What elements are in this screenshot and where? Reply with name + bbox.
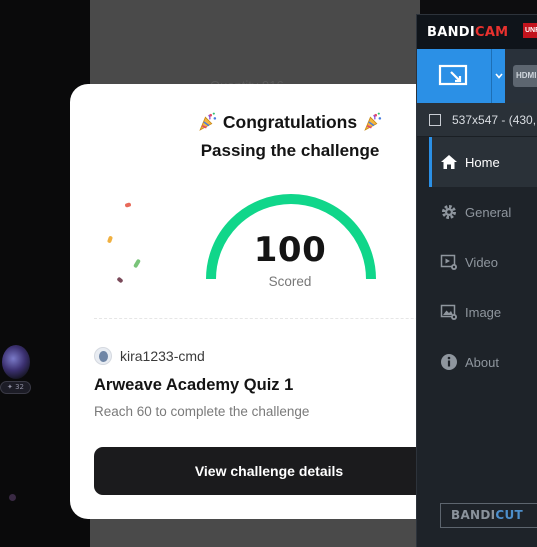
nav-item-about[interactable]: About: [429, 337, 537, 387]
nav-label: Home: [465, 154, 500, 170]
congrats-heading: Congratulations: [70, 111, 440, 133]
indicator-dot: [9, 494, 16, 501]
gear-icon: [440, 203, 458, 221]
party-popper-icon: [364, 112, 382, 131]
chevron-down-icon: [494, 73, 503, 79]
view-challenge-details-button[interactable]: View challenge details: [94, 447, 440, 495]
bandicam-panel: BANDICAM UNREGISTERED HDMI 537x547 - (43…: [416, 14, 537, 547]
video-icon: [440, 253, 458, 271]
device-mode-button[interactable]: HDMI: [513, 49, 537, 103]
quiz-title: Arweave Academy Quiz 1: [94, 376, 294, 394]
nav-label: Image: [465, 304, 502, 320]
confetti-piece: [106, 235, 114, 244]
image-icon: [440, 303, 458, 321]
username: kira1233-cmd: [120, 348, 205, 364]
nav-label: About: [465, 354, 499, 370]
score-label: Scored: [268, 274, 312, 289]
hdmi-icon: HDMI: [513, 65, 537, 87]
screen-rectangle-mode-button[interactable]: [417, 49, 491, 103]
confetti-piece: [124, 202, 132, 208]
nav-item-video[interactable]: Video: [429, 237, 537, 287]
info-icon: [440, 353, 458, 371]
bandicut-button[interactable]: BANDICUT: [440, 503, 537, 528]
bandicam-titlebar: BANDICAM UNREGISTERED: [417, 15, 537, 49]
reward-count: ✦ 32: [0, 381, 31, 394]
capture-mode-bar: HDMI: [417, 49, 537, 103]
region-checkbox[interactable]: [429, 114, 441, 126]
region-size-text: 537x547 - (430, 18): [452, 113, 537, 127]
reward-badge: ✦ 32: [0, 345, 32, 397]
result-dialog: Congratulations Passing the challenge 10…: [70, 84, 440, 519]
orb-icon: [2, 345, 30, 379]
confetti-piece: [116, 276, 124, 284]
avatar: [94, 347, 112, 365]
score-value: 100: [253, 230, 327, 270]
region-info-row: 537x547 - (430, 18): [417, 103, 537, 137]
dialog-subtitle: Passing the challenge: [200, 141, 380, 160]
unregistered-badge: UNREGISTERED: [523, 23, 537, 38]
bandicam-logo: BANDICAM: [427, 25, 509, 40]
mode-dropdown-button[interactable]: [491, 49, 505, 103]
nav-item-home[interactable]: Home: [429, 137, 537, 187]
nav-item-image[interactable]: Image: [429, 287, 537, 337]
nav-label: General: [465, 204, 512, 220]
home-icon: [440, 153, 458, 171]
nav-label: Video: [465, 254, 499, 270]
party-popper-icon: [199, 112, 217, 131]
divider: [94, 318, 440, 319]
congrats-text: Congratulations: [222, 112, 358, 132]
nav-item-general[interactable]: General: [429, 187, 537, 237]
author-row: kira1233-cmd: [94, 346, 205, 366]
rectangle-capture-icon: [438, 64, 468, 86]
confetti-piece: [133, 258, 141, 269]
quiz-requirement: Reach 60 to complete the challenge: [94, 404, 310, 419]
